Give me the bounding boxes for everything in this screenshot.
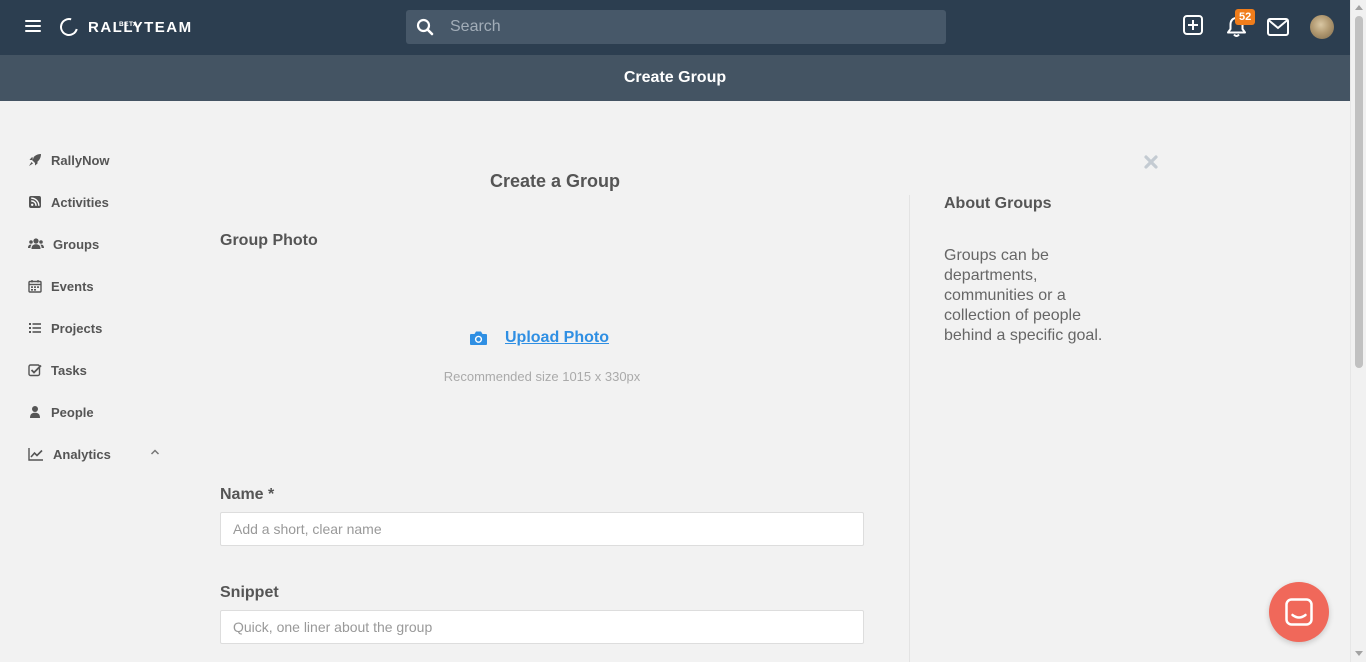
about-groups-title: About Groups bbox=[944, 195, 1052, 212]
name-field[interactable] bbox=[220, 512, 864, 546]
sidebar-item-label: Analytics bbox=[53, 446, 111, 462]
logo-text: RALLYTEAM bbox=[88, 19, 193, 36]
sidebar-item-projects[interactable]: Projects bbox=[28, 318, 168, 338]
group-photo-label: Group Photo bbox=[220, 232, 318, 249]
sidebar-item-people[interactable]: People bbox=[28, 402, 168, 422]
sidebar-item-label: Tasks bbox=[51, 362, 87, 378]
hamburger-menu-icon[interactable] bbox=[25, 20, 41, 34]
mail-icon[interactable] bbox=[1267, 18, 1289, 36]
search-input[interactable] bbox=[450, 10, 930, 44]
upload-photo-link[interactable]: Upload Photo bbox=[505, 329, 609, 347]
users-icon bbox=[28, 238, 44, 249]
sidebar-item-events[interactable]: Events bbox=[28, 276, 168, 296]
checkbox-icon bbox=[28, 364, 42, 377]
snippet-field[interactable] bbox=[220, 610, 864, 644]
sidebar-item-label: Groups bbox=[53, 236, 100, 252]
avatar[interactable] bbox=[1310, 15, 1334, 39]
add-square-icon[interactable] bbox=[1183, 15, 1203, 35]
sidebar-item-label: Events bbox=[51, 278, 94, 294]
about-groups-text: Groups can be departments, communities o… bbox=[944, 247, 1103, 344]
scrollbar-thumb[interactable] bbox=[1355, 16, 1363, 368]
upload-photo-button[interactable]: Upload Photo bbox=[469, 329, 609, 347]
name-label: Name * bbox=[220, 486, 275, 503]
list-icon bbox=[29, 323, 41, 333]
logo-ring-icon bbox=[56, 14, 82, 40]
upload-size-hint: Recommended size 1015 x 330px bbox=[443, 369, 641, 384]
snippet-label: Snippet bbox=[220, 584, 279, 601]
scroll-up-arrow-icon[interactable] bbox=[1355, 5, 1363, 10]
page-header-bar: Create Group bbox=[0, 55, 1350, 101]
user-icon bbox=[30, 406, 40, 418]
sidebar-item-label: People bbox=[51, 404, 94, 420]
rss-icon bbox=[29, 196, 41, 208]
sidebar-item-label: Activities bbox=[51, 194, 109, 210]
sidebar-item-label: Projects bbox=[51, 320, 103, 336]
sidebar-item-tasks[interactable]: Tasks bbox=[28, 360, 168, 380]
beta-label: BETA bbox=[119, 21, 139, 28]
sidebar-item-activities[interactable]: Activities bbox=[28, 192, 168, 212]
line-chart-icon bbox=[28, 448, 43, 461]
top-bar: RALLYTEAM BETA 52 bbox=[0, 0, 1350, 55]
calendar-icon bbox=[28, 280, 42, 293]
chevron-up-icon[interactable] bbox=[150, 448, 160, 456]
sidebar-item-label: RallyNow bbox=[51, 152, 110, 168]
sidebar-item-rallynow[interactable]: RallyNow bbox=[28, 150, 168, 170]
close-icon[interactable] bbox=[1143, 154, 1159, 170]
search-box bbox=[406, 10, 946, 44]
panel-divider bbox=[909, 195, 910, 662]
form-title: Create a Group bbox=[489, 171, 621, 191]
chat-launcher-button[interactable] bbox=[1269, 582, 1329, 642]
notification-badge: 52 bbox=[1235, 9, 1256, 25]
chat-icon bbox=[1285, 598, 1313, 626]
scroll-down-arrow-icon[interactable] bbox=[1355, 651, 1363, 656]
sidebar-item-groups[interactable]: Groups bbox=[28, 234, 168, 254]
sidebar-item-analytics[interactable]: Analytics bbox=[28, 444, 168, 464]
search-icon bbox=[416, 18, 434, 36]
page-title: Create Group bbox=[623, 69, 727, 86]
page-scrollbar[interactable] bbox=[1350, 0, 1366, 662]
camera-icon bbox=[470, 331, 487, 345]
rocket-icon bbox=[29, 154, 41, 166]
